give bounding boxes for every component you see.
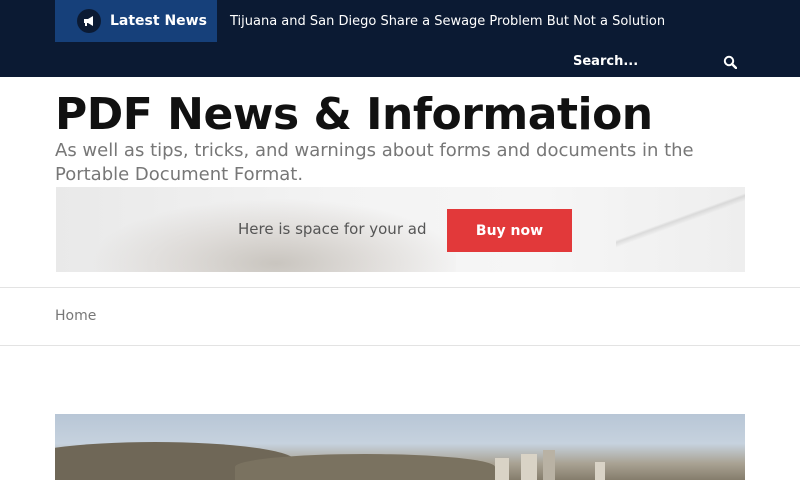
search-form[interactable]: Search...: [565, 47, 745, 77]
hero-building: [595, 462, 605, 480]
ad-text: Here is space for your ad: [238, 220, 427, 238]
search-icon[interactable]: [721, 53, 739, 71]
buy-now-button[interactable]: Buy now: [447, 209, 572, 252]
hero-hill: [235, 454, 495, 480]
divider: [0, 345, 800, 346]
hero-building: [521, 454, 537, 480]
hero-building: [543, 450, 555, 480]
latest-news-label: Latest News: [110, 13, 207, 29]
hero-building: [495, 458, 509, 480]
hero-image[interactable]: [55, 414, 745, 480]
ad-background-decoration: [616, 187, 745, 272]
ticker-headline-link[interactable]: Tijuana and San Diego Share a Sewage Pro…: [230, 13, 665, 31]
top-bar: Latest News Tijuana and San Diego Share …: [0, 0, 800, 77]
megaphone-icon: [77, 9, 101, 33]
latest-news-box: Latest News: [55, 0, 217, 42]
ad-banner[interactable]: Here is space for your ad Buy now: [56, 187, 745, 272]
breadcrumb-home-link[interactable]: Home: [55, 307, 96, 325]
divider: [0, 287, 800, 288]
site-tagline: As well as tips, tricks, and warnings ab…: [55, 140, 694, 185]
site-title[interactable]: PDF News & Information: [55, 88, 653, 142]
search-input[interactable]: Search...: [573, 54, 638, 70]
